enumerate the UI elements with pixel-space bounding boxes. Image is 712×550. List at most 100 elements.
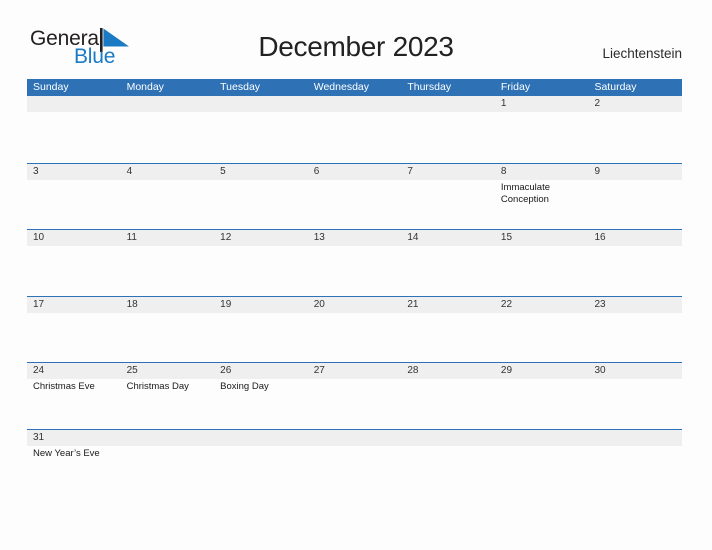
day-number: 22 (500, 298, 513, 310)
weekday-header-wednesday: Wednesday (313, 81, 369, 93)
weekday-header-friday: Friday (500, 81, 531, 93)
calendar-day-empty (121, 96, 215, 163)
day-number: 31 (33, 431, 45, 443)
calendar-day-empty (588, 430, 682, 496)
calendar-day-empty (401, 96, 495, 163)
day-number: 29 (500, 365, 513, 376)
calendar-day-3[interactable]: 3 (27, 164, 121, 230)
weekday-header-tuesday: Tuesday (220, 81, 261, 93)
day-events: Boxing Day (220, 379, 305, 394)
calendar-day-19[interactable]: 19 (214, 297, 308, 363)
day-number: 23 (594, 298, 606, 310)
calendar-day-26[interactable]: 26 Boxing Day (214, 363, 308, 429)
holiday-label: Boxing Day (220, 381, 269, 392)
calendar-day-17[interactable]: 17 (27, 297, 121, 363)
weekday-header-sunday: Sunday (33, 81, 69, 93)
day-number: 15 (500, 232, 513, 243)
day-events: New Year’s Eve (33, 446, 118, 461)
calendar-day-24[interactable]: 24 Christmas Eve (27, 363, 121, 429)
calendar-day-empty (495, 430, 589, 496)
calendar-day-27[interactable]: 27 (308, 363, 402, 429)
calendar-day-empty (214, 430, 308, 496)
calendar-day-10[interactable]: 10 (27, 230, 121, 296)
calendar-day-8[interactable]: 8 Immaculate Conception (495, 164, 589, 230)
calendar-day-23[interactable]: 23 (588, 297, 682, 363)
calendar-day-14[interactable]: 14 (401, 230, 495, 296)
day-number: 8 (500, 165, 507, 177)
calendar-day-13[interactable]: 13 (308, 230, 402, 296)
day-number (314, 96, 399, 112)
holiday-label: Christmas Day (126, 381, 189, 392)
day-number: 3 (33, 165, 39, 177)
calendar-day-28[interactable]: 28 (401, 363, 495, 429)
day-number: 12 (220, 232, 232, 243)
calendar-day-30[interactable]: 30 (588, 363, 682, 429)
holiday-label: Christmas Eve (33, 381, 95, 392)
day-number (127, 96, 212, 112)
day-number: 24 (33, 365, 45, 376)
page-header: General Blue December 2023 Liechtenstein (0, 0, 712, 78)
calendar-day-5[interactable]: 5 (214, 164, 308, 230)
calendar-day-empty (27, 96, 121, 163)
day-number: 10 (33, 232, 45, 243)
day-number: 17 (33, 298, 45, 310)
day-number (220, 430, 305, 446)
calendar-day-6[interactable]: 6 (308, 164, 402, 230)
calendar-day-empty (308, 96, 402, 163)
calendar-body: 1 2 3 4 5 6 7 8 Immaculate Conception 9 10 11 12 13 14… (27, 96, 682, 495)
calendar-day-25[interactable]: 25 Christmas Day (121, 363, 215, 429)
day-events: Immaculate Conception (501, 180, 586, 207)
day-number (501, 430, 586, 446)
weekday-header-monday: Monday (126, 81, 164, 93)
day-number: 28 (407, 365, 419, 376)
calendar-week-row: 17 18 19 20 21 22 23 (27, 295, 682, 363)
calendar-day-1[interactable]: 1 (495, 96, 589, 163)
calendar-day-4[interactable]: 4 (121, 164, 215, 230)
day-number: 21 (407, 298, 419, 310)
day-number: 19 (220, 298, 232, 310)
day-number: 26 (220, 365, 232, 376)
calendar-week-row: 10 11 12 13 14 15 16 (27, 229, 682, 296)
day-number (314, 430, 399, 446)
calendar-week-row: 12 (27, 96, 682, 163)
day-number: 20 (313, 298, 325, 310)
calendar-day-empty (308, 430, 402, 496)
day-number: 18 (126, 298, 138, 310)
day-number (407, 430, 492, 446)
calendar-day-empty (121, 430, 215, 496)
day-events: Christmas Day (127, 379, 212, 394)
day-number (594, 430, 679, 446)
calendar-day-9[interactable]: 9 (588, 164, 682, 230)
day-number: 11 (126, 232, 137, 243)
holiday-label: Immaculate Conception (500, 181, 550, 206)
calendar-day-29[interactable]: 29 (495, 363, 589, 429)
calendar-day-31[interactable]: 31 New Year’s Eve (27, 430, 121, 496)
day-events: Christmas Eve (33, 379, 118, 394)
calendar-day-21[interactable]: 21 (401, 297, 495, 363)
day-number: 25 (126, 365, 138, 376)
day-number: 2 (594, 98, 601, 109)
calendar-day-20[interactable]: 20 (308, 297, 402, 363)
calendar-day-16[interactable]: 16 (588, 230, 682, 296)
calendar-grid: Sunday Monday Tuesday Wednesday Thursday Frid… (27, 79, 682, 495)
calendar-day-15[interactable]: 15 (495, 230, 589, 296)
calendar-day-empty (401, 430, 495, 496)
day-number (220, 96, 305, 112)
calendar-week-row: 31 New Year’s Eve (27, 428, 682, 496)
calendar-day-7[interactable]: 7 (401, 164, 495, 230)
calendar-day-22[interactable]: 22 (495, 297, 589, 363)
calendar-day-2[interactable]: 2 (588, 96, 682, 163)
weekday-header-saturday: Saturday (594, 81, 637, 93)
day-number: 1 (500, 98, 507, 109)
day-number (33, 96, 118, 112)
day-number: 30 (594, 365, 606, 376)
calendar-week-row: 24 Christmas Eve 25 Christmas Day 26 Boxing D… (27, 362, 682, 429)
weekday-header-row: Sunday Monday Tuesday Wednesday Thursday Frid… (27, 79, 682, 96)
calendar-day-12[interactable]: 12 (214, 230, 308, 296)
calendar-day-18[interactable]: 18 (121, 297, 215, 363)
day-number: 6 (313, 165, 320, 177)
day-number (407, 96, 492, 112)
calendar-day-11[interactable]: 11 (121, 230, 215, 296)
day-number: 27 (313, 365, 325, 376)
weekday-header-thursday: Thursday (407, 81, 452, 93)
